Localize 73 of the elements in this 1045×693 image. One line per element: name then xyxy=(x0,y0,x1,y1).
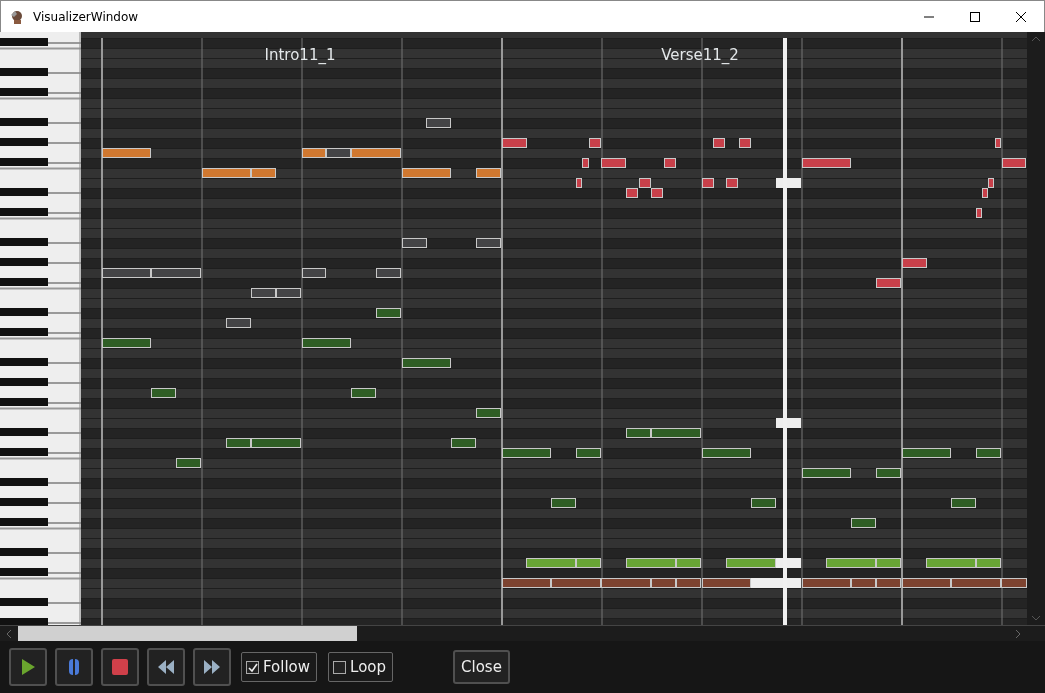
note-block xyxy=(151,388,176,398)
note-block xyxy=(551,578,601,588)
note-block xyxy=(102,338,151,348)
note-block xyxy=(876,468,901,478)
note-block xyxy=(802,468,851,478)
note-block xyxy=(902,448,951,458)
fast-forward-icon xyxy=(202,657,222,677)
play-button[interactable] xyxy=(9,648,47,686)
note-block xyxy=(302,338,351,348)
note-block xyxy=(402,358,451,368)
vertical-scrollbar[interactable] xyxy=(1027,32,1045,625)
note-block xyxy=(102,268,151,278)
close-icon xyxy=(1015,10,1027,23)
note-block xyxy=(976,448,1001,458)
note-block xyxy=(351,388,376,398)
note-block xyxy=(651,188,663,198)
section-label: Intro11_1 xyxy=(264,46,336,64)
note-block xyxy=(302,268,326,278)
note-block xyxy=(576,448,601,458)
scrollbar-thumb[interactable] xyxy=(18,626,357,641)
stop-button[interactable] xyxy=(101,648,139,686)
note-block xyxy=(502,448,551,458)
note-block xyxy=(639,178,651,188)
stop-icon xyxy=(110,657,130,677)
note-block xyxy=(476,238,501,248)
pause-button[interactable] xyxy=(55,648,93,686)
note-block xyxy=(876,278,901,288)
close-button[interactable]: Close xyxy=(453,650,510,684)
note-block xyxy=(726,178,738,188)
note-block xyxy=(802,158,851,168)
note-block xyxy=(702,448,751,458)
note-block xyxy=(751,498,776,508)
note-block xyxy=(751,578,801,588)
note-block xyxy=(589,138,601,148)
rewind-icon xyxy=(156,657,176,677)
note-block xyxy=(739,138,751,148)
note-block xyxy=(376,268,401,278)
note-block xyxy=(176,458,201,468)
note-block xyxy=(376,308,401,318)
note-block xyxy=(951,498,976,508)
note-block xyxy=(713,138,725,148)
forward-button[interactable] xyxy=(193,648,231,686)
maximize-icon xyxy=(969,10,981,23)
note-block xyxy=(502,138,527,148)
window-title: VisualizerWindow xyxy=(33,8,139,26)
note-block xyxy=(1002,158,1026,168)
note-block xyxy=(476,408,501,418)
note-block xyxy=(451,438,476,448)
note-block xyxy=(851,518,876,528)
note-block xyxy=(551,498,576,508)
note-block xyxy=(995,138,1001,148)
note-block xyxy=(302,148,326,158)
note-block xyxy=(102,148,151,158)
note-block xyxy=(664,158,676,168)
note-block xyxy=(226,318,251,328)
note-block xyxy=(502,578,551,588)
note-block xyxy=(151,268,201,278)
rewind-button[interactable] xyxy=(147,648,185,686)
note-block xyxy=(902,258,927,268)
note-block xyxy=(626,188,638,198)
checkmark-icon xyxy=(247,661,258,673)
checkbox-toggle[interactable]: Follow xyxy=(241,652,318,682)
note-block xyxy=(402,238,427,248)
note-block xyxy=(601,158,626,168)
checkbox-toggle[interactable]: Loop xyxy=(328,652,394,682)
note-block xyxy=(476,168,501,178)
note-block xyxy=(276,288,301,298)
note-block xyxy=(251,288,276,298)
note-block xyxy=(702,178,714,188)
note-block xyxy=(402,168,451,178)
app-icon xyxy=(9,8,25,25)
note-block xyxy=(426,118,451,128)
section-label: Verse11_2 xyxy=(661,46,739,64)
